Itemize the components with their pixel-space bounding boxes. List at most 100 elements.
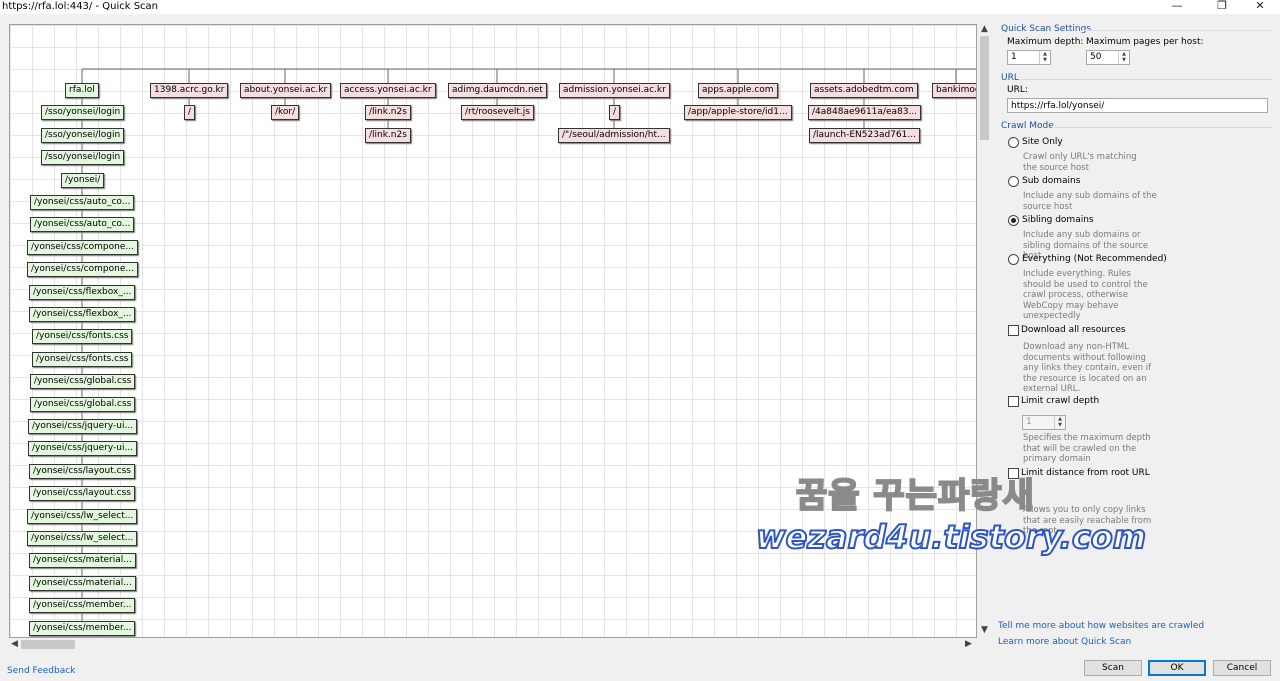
settings-section-title: Quick Scan Settings: [1001, 24, 1091, 34]
tree-node-external-page[interactable]: /"/seoul/admission/ht...: [558, 128, 670, 143]
site-only-label[interactable]: Site Only: [1022, 137, 1063, 147]
everything-label[interactable]: Everything (Not Recommended): [1022, 254, 1167, 264]
tree-node-host[interactable]: bankimoo: [932, 83, 976, 98]
crawl-mode-title: Crawl Mode: [1001, 121, 1054, 131]
limit-depth-desc: Specifies the maximum depth that will be…: [1023, 433, 1151, 464]
tree-node-host[interactable]: assets.adobedtm.com: [810, 83, 918, 98]
tree-node-page[interactable]: /yonsei/css/member...: [29, 621, 136, 636]
tree-node-host[interactable]: 1398.acrc.go.kr: [150, 83, 229, 98]
site-only-radio[interactable]: [1008, 137, 1019, 148]
tree-node-page[interactable]: /yonsei/css/auto_co...: [30, 217, 135, 232]
tree-node-external-page[interactable]: /kor/: [271, 105, 300, 120]
tree-node-page[interactable]: /yonsei/: [61, 173, 105, 188]
tree-node-host[interactable]: apps.apple.com: [698, 83, 778, 98]
limit-distance-label[interactable]: Limit distance from root URL: [1021, 468, 1150, 478]
scan-button[interactable]: Scan: [1084, 660, 1142, 676]
max-pages-stepper[interactable]: 50 ▲ ▼: [1086, 50, 1130, 65]
section-divider: [1020, 79, 1272, 80]
scroll-left-icon[interactable]: ◀: [11, 638, 18, 651]
max-depth-stepper[interactable]: 1 ▲ ▼: [1007, 50, 1051, 65]
sub-domains-desc: Include any sub domains of the source ho…: [1023, 191, 1157, 212]
tree-node-host[interactable]: about.yonsei.ac.kr: [240, 83, 332, 98]
tree-node-external-page[interactable]: /link.n2s: [365, 105, 411, 120]
tree-node-external-page[interactable]: /app/apple-store/id1...: [684, 105, 792, 120]
tree-node-host[interactable]: access.yonsei.ac.kr: [340, 83, 436, 98]
limit-depth-checkbox[interactable]: [1008, 396, 1019, 407]
title-bar: https://rfa.lol:443/ - Quick Scan — ❐ ✕: [0, 0, 1280, 14]
tree-node-page[interactable]: /yonsei/css/material...: [29, 576, 136, 591]
scroll-right-icon[interactable]: ▶: [965, 638, 972, 651]
download-all-checkbox[interactable]: [1008, 325, 1019, 336]
url-input[interactable]: [1007, 98, 1268, 113]
tree-node-page[interactable]: /yonsei/css/fonts.css: [32, 329, 133, 344]
tree-node-host[interactable]: admission.yonsei.ac.kr: [559, 83, 670, 98]
limit-depth-stepper[interactable]: 1 ▲ ▼: [1022, 415, 1066, 430]
tree-node-external-page[interactable]: /launch-EN523ad761...: [809, 128, 920, 143]
tree-node-page[interactable]: /yonsei/css/fonts.css: [32, 352, 133, 367]
download-all-label[interactable]: Download all resources: [1021, 325, 1126, 335]
tree-node-page[interactable]: /yonsei/css/global.css: [30, 397, 136, 412]
tree-node-page[interactable]: /yonsei/css/layout.css: [29, 486, 135, 501]
sub-domains-label[interactable]: Sub domains: [1022, 176, 1080, 186]
window-title: https://rfa.lol:443/ - Quick Scan: [2, 1, 159, 12]
cancel-button[interactable]: Cancel: [1213, 660, 1271, 676]
tree-node-root[interactable]: rfa.lol: [65, 83, 99, 98]
minimize-button[interactable]: —: [1168, 0, 1186, 13]
tree-node-external-page[interactable]: /link.n2s: [365, 128, 411, 143]
section-divider: [1082, 30, 1272, 31]
sibling-domains-label[interactable]: Sibling domains: [1022, 215, 1094, 225]
stepper-arrows-icon[interactable]: ▲ ▼: [1039, 51, 1050, 64]
watermark-title: 꿈을 꾸는파랑새: [795, 475, 1035, 517]
site-only-desc: Crawl only URL's matching the source hos…: [1023, 152, 1137, 173]
url-section-title: URL: [1001, 73, 1019, 83]
scroll-down-icon[interactable]: ▼: [981, 624, 988, 637]
tree-node-page[interactable]: /yonsei/css/member...: [29, 598, 136, 613]
tree-node-page[interactable]: /yonsei/css/lw_select...: [27, 509, 138, 524]
tree-node-page[interactable]: /sso/yonsei/login: [41, 105, 125, 120]
tree-node-external-page[interactable]: /: [609, 105, 621, 120]
url-label: URL:: [1007, 85, 1028, 95]
sibling-domains-radio[interactable]: [1008, 215, 1019, 226]
tree-node-external-page[interactable]: /4a848ae9611a/ea83...: [808, 105, 922, 120]
restore-button[interactable]: ❐: [1213, 0, 1231, 13]
learn-more-link[interactable]: Learn more about Quick Scan: [998, 637, 1131, 647]
tree-node-external-page[interactable]: /: [184, 105, 196, 120]
stepper-arrows-icon[interactable]: ▲ ▼: [1054, 416, 1065, 429]
horizontal-scrollbar[interactable]: ◀ ▶: [9, 638, 977, 651]
max-depth-value: 1: [1011, 52, 1017, 62]
tree-node-page[interactable]: /yonsei/css/auto_co...: [30, 195, 135, 210]
send-feedback-link[interactable]: Send Feedback: [7, 666, 75, 676]
max-pages-value: 50: [1090, 52, 1102, 62]
ok-button[interactable]: OK: [1148, 660, 1206, 676]
tree-node-page[interactable]: /yonsei/css/global.css: [30, 374, 136, 389]
horizontal-scroll-thumb[interactable]: [21, 640, 75, 649]
tree-node-page[interactable]: /yonsei/css/compone...: [27, 240, 138, 255]
tree-node-page[interactable]: /yonsei/css/lw_select...: [27, 531, 138, 546]
stepper-arrows-icon[interactable]: ▲ ▼: [1118, 51, 1129, 64]
everything-desc: Include everything. Rules should be used…: [1023, 269, 1148, 321]
tree-node-external-page[interactable]: /rt/roosevelt.js: [461, 105, 534, 120]
tree-node-page[interactable]: /sso/yonsei/login: [41, 128, 125, 143]
close-button[interactable]: ✕: [1251, 0, 1269, 13]
tree-node-page[interactable]: /yonsei/css/flexbox_...: [29, 285, 136, 300]
tree-node-page[interactable]: /sso/yonsei/login: [41, 150, 125, 165]
everything-radio[interactable]: [1008, 254, 1019, 265]
how-crawled-link[interactable]: Tell me more about how websites are craw…: [998, 621, 1204, 631]
vertical-scroll-thumb[interactable]: [980, 36, 989, 140]
sub-domains-radio[interactable]: [1008, 176, 1019, 187]
section-divider: [1052, 127, 1272, 128]
limit-depth-value: 1: [1026, 417, 1032, 427]
max-depth-label: Maximum depth:: [1007, 37, 1084, 47]
max-pages-label: Maximum pages per host:: [1086, 37, 1204, 47]
tree-node-page[interactable]: /yonsei/css/compone...: [27, 262, 138, 277]
limit-depth-label[interactable]: Limit crawl depth: [1021, 396, 1099, 406]
tree-node-page[interactable]: /yonsei/css/material...: [29, 553, 136, 568]
tree-node-page[interactable]: /yonsei/css/flexbox_...: [29, 307, 136, 322]
settings-panel: Quick Scan Settings Maximum depth: 1 ▲ ▼ …: [996, 20, 1280, 660]
tree-node-host[interactable]: adimg.daumcdn.net: [448, 83, 547, 98]
tree-node-page[interactable]: /yonsei/css/layout.css: [29, 464, 135, 479]
download-all-desc: Download any non-HTML documents without …: [1023, 342, 1152, 394]
tree-node-page[interactable]: /yonsei/css/jquery-ui...: [28, 441, 138, 456]
tree-node-page[interactable]: /yonsei/css/jquery-ui...: [28, 419, 138, 434]
scroll-up-icon[interactable]: ▲: [981, 23, 988, 36]
